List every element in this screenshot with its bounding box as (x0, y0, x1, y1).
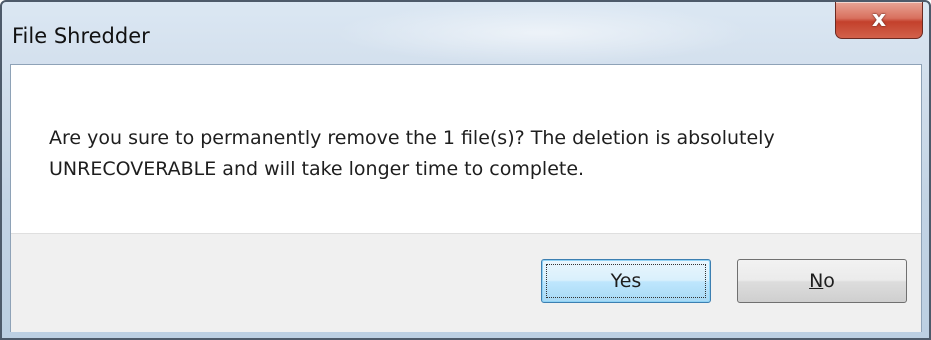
button-bar: Yes No (11, 233, 921, 332)
no-button-label: No (809, 270, 835, 292)
message-line-2: UNRECOVERABLE and will take longer time … (49, 158, 585, 180)
message-line-1: Are you sure to permanently remove the 1… (49, 127, 775, 149)
dialog-window: File Shredder x Are you sure to permanen… (0, 0, 931, 340)
confirmation-message: Are you sure to permanently remove the 1… (49, 123, 775, 185)
close-button[interactable]: x (835, 2, 923, 39)
focus-rectangle (546, 264, 706, 298)
no-button-label-rest: o (823, 270, 835, 292)
no-button-accelerator: N (809, 270, 824, 292)
yes-button[interactable]: Yes (541, 259, 711, 303)
close-icon: x (871, 7, 887, 32)
dialog-client-area: Are you sure to permanently remove the 1… (10, 64, 922, 332)
title-bar[interactable]: File Shredder x (2, 2, 929, 64)
window-title: File Shredder (12, 24, 150, 48)
no-button[interactable]: No (737, 259, 907, 303)
message-area: Are you sure to permanently remove the 1… (11, 65, 921, 233)
